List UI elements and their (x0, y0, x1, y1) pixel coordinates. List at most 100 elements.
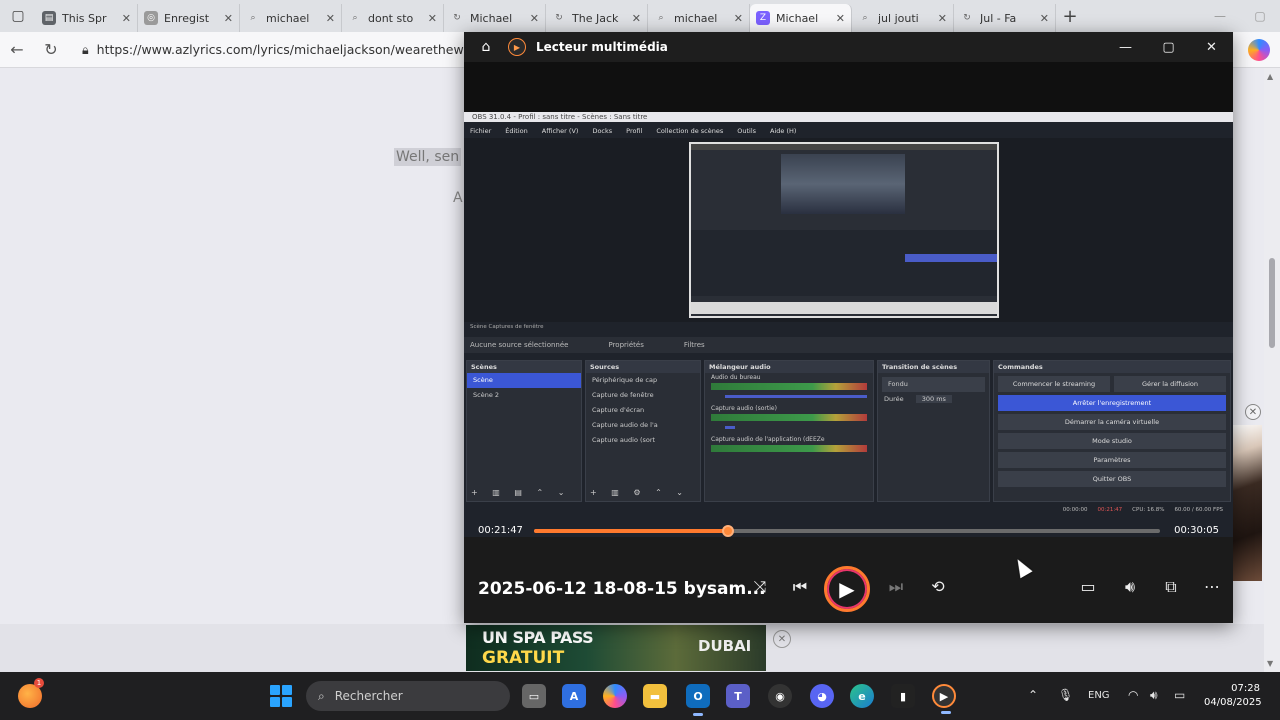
window-menu-icon[interactable]: ▢ (0, 0, 36, 32)
media-player-app-icon[interactable]: ▶ (932, 684, 956, 714)
obs-volume-slider (725, 426, 735, 429)
browser-tab[interactable]: ◎ Enregist ✕ (138, 4, 240, 32)
obs-dock-toolbar: + ▥ ▤ ⌃ ⌄ (471, 488, 571, 497)
wifi-icon[interactable]: ◠ (1128, 688, 1138, 702)
repeat-off-icon[interactable]: ⟲ (924, 577, 952, 596)
browser-tab[interactable]: ▤ This Spr ✕ (36, 4, 138, 32)
browser-tab[interactable]: ⌕ michael ✕ (648, 4, 750, 32)
azlyrics-app-icon[interactable]: A (562, 684, 586, 708)
subtitles-icon[interactable]: ▭ (1074, 577, 1102, 596)
copilot-icon[interactable] (1248, 39, 1270, 61)
close-icon[interactable]: ✕ (1190, 40, 1233, 55)
obs-manage-stream-button: Gérer la diffusion (1114, 376, 1226, 392)
clock-time: 07:28 (1231, 683, 1260, 694)
minimize-icon[interactable]: — (1200, 9, 1240, 23)
start-button[interactable] (270, 685, 292, 707)
next-icon[interactable]: ⏭︎ (882, 577, 910, 597)
close-icon[interactable]: ✕ (224, 12, 233, 25)
ad-banner[interactable]: UN SPA PASS GRATUIT DUBAI (466, 625, 766, 671)
clock-date: 04/08/2025 (1204, 697, 1262, 708)
obs-scene-item: Scène (467, 373, 581, 388)
close-icon[interactable]: ✕ (428, 12, 437, 25)
browser-tab[interactable]: ⌕ dont sto ✕ (342, 4, 444, 32)
close-icon[interactable]: ✕ (938, 12, 947, 25)
obs-scenes-dock: Scènes Scène Scène 2 + ▥ ▤ ⌃ ⌄ (466, 360, 582, 502)
scroll-up-icon[interactable]: ▲ (1267, 72, 1273, 81)
browser-tab[interactable]: ↻ Michael ✕ (444, 4, 546, 32)
edge-icon[interactable]: e (850, 684, 874, 708)
discord-icon[interactable]: ◕ (810, 684, 834, 708)
page-scrollbar[interactable]: ▲ ▼ (1264, 68, 1280, 672)
obs-app-icon[interactable]: ◉ (768, 684, 792, 708)
obs-dock-header: Sources (586, 361, 700, 373)
language-indicator[interactable]: ENG (1088, 690, 1110, 701)
mini-player-icon[interactable]: ⧉ (1157, 577, 1185, 597)
obs-filters-tab: Filtres (683, 341, 705, 349)
browser-tab[interactable]: ↻ Jul - Fa ✕ (954, 4, 1056, 32)
taskbar-clock[interactable]: 07:28 04/08/2025 (1204, 682, 1262, 710)
lock-icon: 🔒︎ (82, 41, 89, 57)
obs-source-tabs: Aucune source sélectionnée Propriétés Fi… (464, 337, 1233, 353)
url-field[interactable]: 🔒︎ https://www.azlyrics.com/lyrics/micha… (74, 37, 488, 63)
play-icon: ▶ (839, 577, 855, 601)
side-ad-image[interactable] (1232, 425, 1262, 581)
copilot-app-icon[interactable] (603, 684, 627, 708)
audio-editor-icon[interactable]: ▮ (891, 684, 915, 708)
more-options-icon[interactable]: ⋯ (1198, 577, 1226, 596)
seek-bar[interactable] (534, 525, 1160, 537)
obs-scene-label: Scène Captures de fenêtre (470, 324, 544, 330)
side-ad-close-icon[interactable]: ✕ (1245, 404, 1261, 420)
close-icon[interactable]: ✕ (326, 12, 335, 25)
lyrics-icon: ↻ (555, 13, 563, 23)
browser-tab[interactable]: ↻ The Jack ✕ (546, 4, 648, 32)
seek-thumb[interactable] (722, 525, 734, 537)
close-icon[interactable]: ✕ (122, 12, 131, 25)
browser-tab-active[interactable]: Z Michael ✕ (750, 4, 852, 32)
search-icon: ⌕ (658, 13, 664, 23)
scroll-down-icon[interactable]: ▼ (1267, 659, 1273, 668)
maximize-icon[interactable]: ▢ (1240, 9, 1280, 23)
browser-tab[interactable]: ⌕ michael ✕ (240, 4, 342, 32)
teams-icon[interactable]: T (726, 684, 750, 708)
volume-icon[interactable]: 🔊︎ (1150, 688, 1158, 703)
microphone-icon[interactable]: 🎙︎ (1058, 688, 1073, 702)
shuffle-icon[interactable]: ⤨ (746, 577, 774, 597)
close-icon[interactable]: ✕ (734, 12, 743, 25)
volume-icon[interactable]: 🔊︎ (1116, 577, 1144, 597)
obs-mixer-dock: Mélangeur audio Audio du bureau Capture … (704, 360, 874, 502)
battery-icon[interactable]: ▭ (1174, 688, 1185, 702)
close-icon[interactable]: ✕ (1040, 12, 1049, 25)
minimize-icon[interactable]: — (1104, 40, 1147, 55)
obs-menu-item: Outils (737, 127, 757, 135)
current-time: 00:21:47 (478, 525, 523, 536)
previous-icon[interactable]: ⏮︎ (786, 577, 814, 597)
reload-icon[interactable]: ↻ (34, 40, 68, 59)
obs-dock-header: Scènes (467, 361, 581, 373)
browser-tab[interactable]: ⌕ jul jouti ✕ (852, 4, 954, 32)
ad-close-icon[interactable]: ✕ (773, 630, 791, 648)
scrollbar-thumb[interactable] (1269, 258, 1275, 348)
home-icon[interactable]: ⌂ (464, 39, 508, 55)
back-icon[interactable]: ← (0, 40, 34, 59)
obs-scene-item: Scène 2 (473, 391, 500, 399)
obs-transition-duration: Durée 300 ms (878, 392, 989, 407)
search-icon: ⌕ (318, 688, 325, 703)
total-time: 00:30:05 (1174, 525, 1219, 536)
close-icon[interactable]: ✕ (836, 12, 845, 25)
outlook-icon[interactable]: O (686, 684, 710, 716)
close-icon[interactable]: ✕ (632, 12, 641, 25)
obs-volume-slider (725, 395, 867, 398)
obs-menu-item: Profil (626, 127, 643, 135)
play-button[interactable]: ▶ (824, 566, 870, 612)
new-tab-button[interactable]: + (1056, 6, 1084, 27)
video-area[interactable]: OBS 31.0.4 - Profil : sans titre - Scène… (464, 112, 1233, 537)
file-explorer-icon[interactable]: ▬ (643, 684, 667, 708)
taskbar-search[interactable]: ⌕ Rechercher (306, 681, 510, 711)
obs-quit-button: Quitter OBS (998, 471, 1226, 487)
tray-chevron-icon[interactable]: ⌃ (1028, 688, 1038, 702)
obs-dock-header: Commandes (994, 361, 1230, 373)
maximize-icon[interactable]: ▢ (1147, 40, 1190, 55)
task-view-icon[interactable]: ▭ (522, 684, 546, 708)
close-icon[interactable]: ✕ (530, 12, 539, 25)
obs-mixer-channel: Capture audio (sortie) (711, 405, 777, 412)
